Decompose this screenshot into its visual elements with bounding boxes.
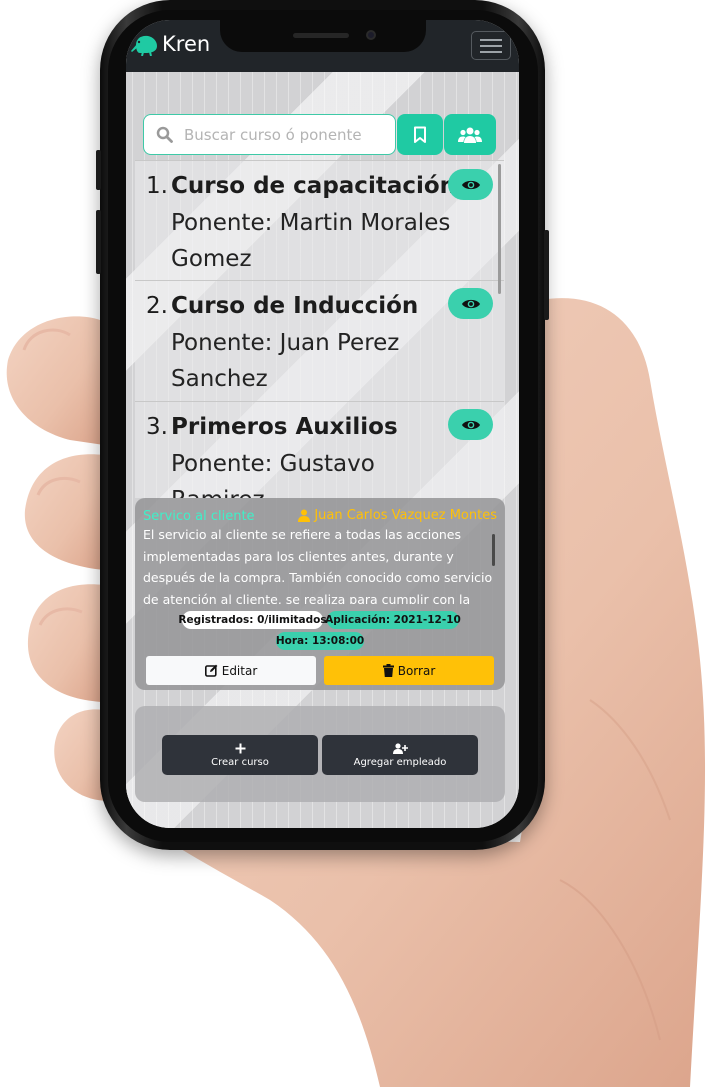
list-scrollbar[interactable] [498,164,501,294]
page-content: 1. Curso de capacitación Ponente: Martin… [126,72,519,828]
list-item[interactable]: 1. Curso de capacitación Ponente: Martin… [135,160,504,280]
registered-badge: Registrados: 0/ilimitados [178,611,327,629]
user-plus-icon [392,742,408,754]
phone-notch [220,20,426,52]
course-title: Curso de Inducción [171,293,419,319]
hamburger-icon [480,44,502,47]
bookmark-button[interactable] [397,114,443,155]
course-owner-name: Juan Carlos Vazquez Montes [314,508,497,523]
course-list[interactable]: 1. Curso de capacitación Ponente: Martin… [135,160,504,498]
navbar-toggle-button[interactable] [471,31,511,60]
course-owner: Juan Carlos Vazquez Montes [298,508,497,523]
time-badge: Hora: 13:08:00 [276,632,364,650]
create-course-label: Crear curso [211,756,269,768]
application-date-badge: Aplicación: 2021-12-10 [325,611,461,629]
course-description: El servicio al cliente se refiere a toda… [143,527,493,604]
kiwi-logo-icon [131,35,157,56]
description-scrollbar[interactable] [492,534,495,566]
edit-button-label: Editar [221,663,258,678]
bookmark-icon [414,126,426,143]
create-course-button[interactable]: Crear curso [162,735,318,775]
eye-icon [461,299,480,308]
course-number: 1. [146,173,168,199]
users-icon [458,127,482,143]
delete-button[interactable]: Borrar [324,656,494,685]
course-detail-card: Servico al cliente Juan Carlos Vazquez M… [135,498,505,690]
speaker-grille [293,33,349,38]
hamburger-icon [480,50,502,53]
view-course-button[interactable] [448,169,493,200]
course-speaker: Ponente: Juan Perez Sanchez [171,330,400,392]
course-number: 2. [146,293,168,319]
course-title: Curso de capacitación [171,173,457,199]
hamburger-icon [480,38,502,41]
phone-side-button [96,150,101,190]
phone-screen: Kren Buscar curso ó ponente 1. Curso de … [126,20,519,828]
phone-side-button [96,210,101,274]
view-course-button[interactable] [448,409,493,440]
course-title: Primeros Auxilios [171,414,398,440]
eye-icon [461,180,480,189]
list-item[interactable]: 3. Primeros Auxilios Ponente: Gustavo Ra… [135,401,504,498]
actions-panel: Crear curso Agregar empleado [135,706,505,802]
list-item[interactable]: 2. Curso de Inducción Ponente: Juan Pere… [135,280,504,401]
trash-icon [382,664,394,677]
user-icon [298,509,311,522]
edit-button[interactable]: Editar [146,656,316,685]
brand-name: Kren [162,32,211,56]
add-employee-label: Agregar empleado [353,756,447,768]
eye-icon [461,420,480,429]
search-input[interactable] [184,121,389,149]
plus-icon [235,743,245,753]
course-speaker: Ponente: Gustavo Ramirez [171,451,375,498]
front-camera [366,30,376,40]
delete-button-label: Borrar [397,663,436,678]
search-box [143,114,396,155]
course-speaker: Ponente: Martin Morales Gomez [171,210,451,272]
edit-icon [204,664,218,677]
course-category: Servico al cliente [143,509,255,524]
brand[interactable]: Kren [130,32,210,56]
users-button[interactable] [444,114,496,155]
view-course-button[interactable] [448,288,493,319]
add-employee-button[interactable]: Agregar empleado [322,735,478,775]
course-number: 3. [146,414,168,440]
search-icon [156,126,173,143]
phone-side-button [544,230,549,320]
